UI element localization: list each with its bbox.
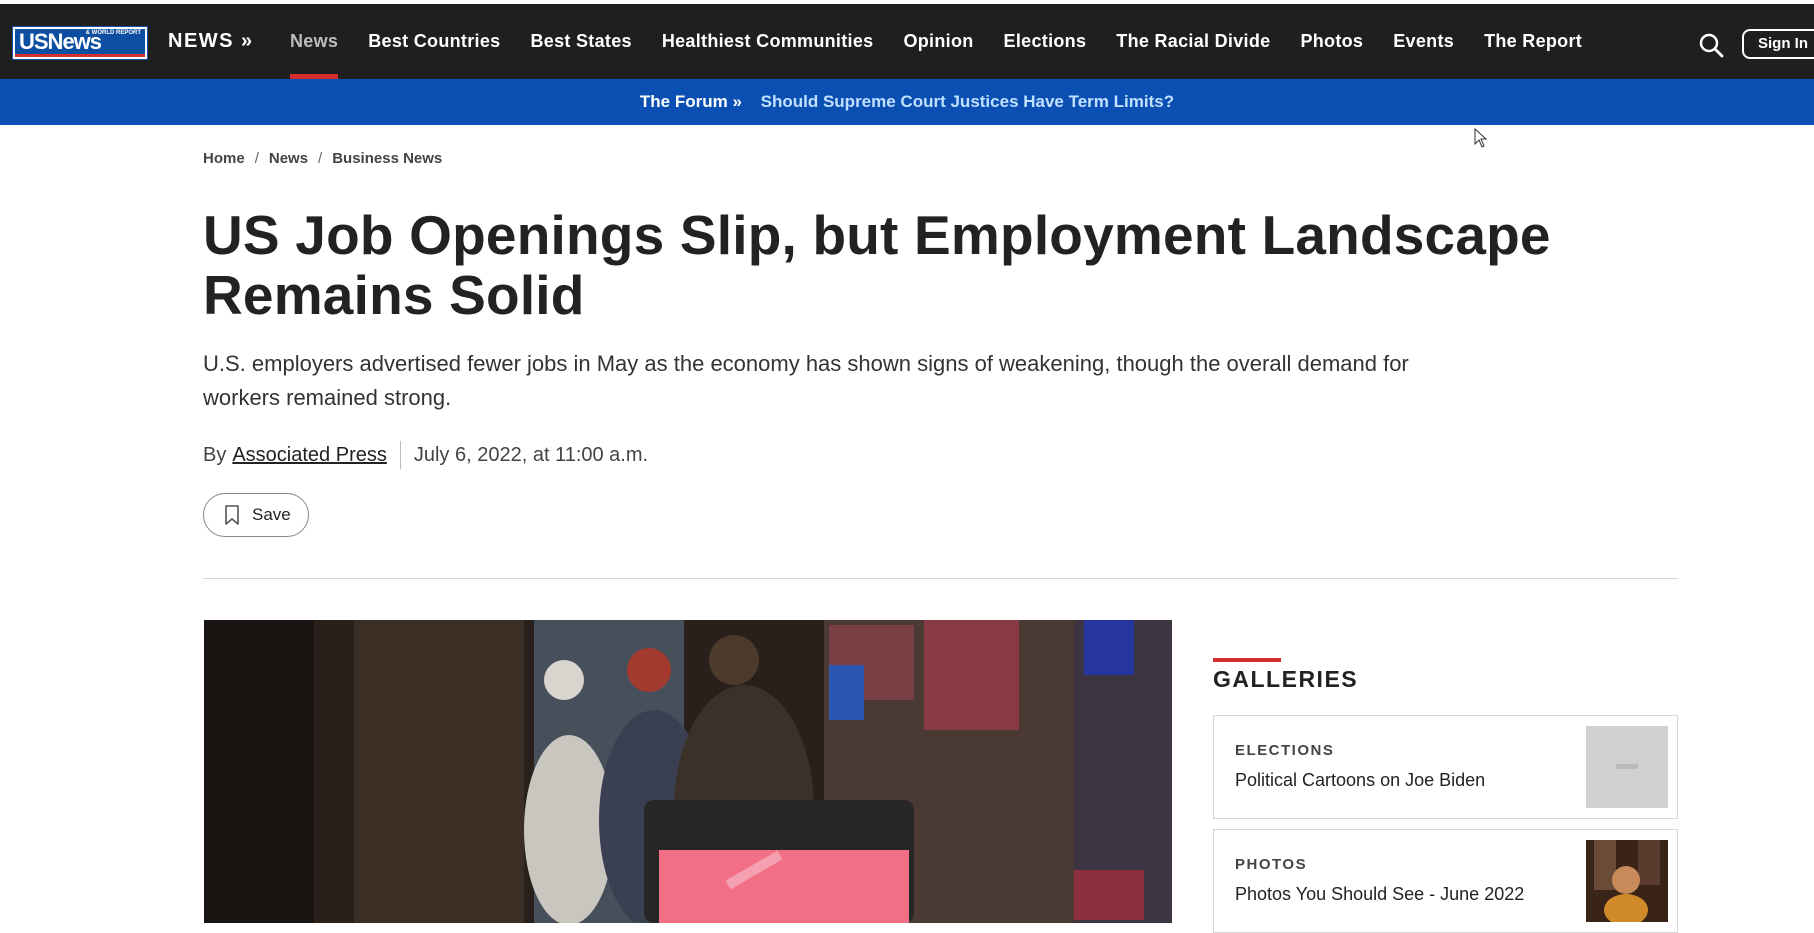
article-dek: U.S. employers advertised fewer jobs in …: [203, 351, 1409, 410]
main-nav: News Best Countries Best States Healthie…: [290, 4, 1612, 79]
article-headline: US Job Openings Slip, but Employment Lan…: [203, 204, 1551, 326]
gallery-thumbnail[interactable]: [1586, 840, 1668, 922]
logo-subtext: & WORLD REPORT: [85, 30, 141, 36]
site-header: USNews & WORLD REPORT NEWS » News Best C…: [0, 4, 1814, 79]
gallery-thumbnail-placeholder[interactable]: [1586, 726, 1668, 808]
nav-racial-divide[interactable]: The Racial Divide: [1116, 4, 1270, 79]
nav-best-states[interactable]: Best States: [530, 4, 631, 79]
gallery-card[interactable]: PHOTOS Photos You Should See - June 2022: [1213, 829, 1678, 933]
usnews-logo[interactable]: USNews & WORLD REPORT: [12, 26, 148, 60]
forum-label[interactable]: The Forum »: [640, 92, 742, 111]
nav-best-countries[interactable]: Best Countries: [368, 4, 500, 79]
byline: By Associated Press July 6, 2022, at 11:…: [203, 441, 648, 469]
nav-healthiest-communities[interactable]: Healthiest Communities: [662, 4, 874, 79]
search-icon[interactable]: [1698, 32, 1724, 58]
author-link[interactable]: Associated Press: [232, 444, 387, 467]
nav-the-report[interactable]: The Report: [1484, 4, 1582, 79]
forum-banner: The Forum » Should Supreme Court Justice…: [0, 79, 1814, 125]
gallery-card[interactable]: ELECTIONS Political Cartoons on Joe Bide…: [1213, 715, 1678, 819]
divider: [203, 578, 1678, 579]
nav-photos[interactable]: Photos: [1300, 4, 1363, 79]
gallery-category[interactable]: PHOTOS: [1235, 856, 1307, 873]
save-label: Save: [252, 505, 291, 524]
byline-divider: [399, 441, 401, 469]
section-accent-bar: [1213, 658, 1281, 662]
breadcrumb: Home / News / Business News: [203, 150, 443, 167]
nav-opinion[interactable]: Opinion: [903, 4, 973, 79]
byline-prefix: By: [203, 443, 227, 466]
nav-events[interactable]: Events: [1393, 4, 1454, 79]
forum-link[interactable]: Should Supreme Court Justices Have Term …: [761, 92, 1174, 111]
gallery-title[interactable]: Photos You Should See - June 2022: [1235, 884, 1524, 905]
breadcrumb-business-news[interactable]: Business News: [332, 150, 442, 167]
galleries-heading: GALLERIES: [1213, 666, 1359, 692]
mouse-cursor-icon: [1474, 128, 1488, 148]
nav-news[interactable]: News: [290, 4, 339, 79]
publish-date: July 6, 2022, at 11:00 a.m.: [413, 443, 649, 466]
sign-in-button[interactable]: Sign In: [1742, 29, 1814, 59]
breadcrumb-home[interactable]: Home: [203, 150, 245, 167]
article-hero-image: [204, 620, 1172, 923]
save-button[interactable]: Save: [203, 493, 309, 537]
bookmark-icon: [225, 505, 239, 525]
gallery-title[interactable]: Political Cartoons on Joe Biden: [1235, 770, 1485, 791]
news-section-link[interactable]: NEWS »: [168, 28, 254, 54]
breadcrumb-news[interactable]: News: [269, 150, 308, 167]
gallery-category[interactable]: ELECTIONS: [1235, 742, 1334, 759]
nav-elections[interactable]: Elections: [1004, 4, 1087, 79]
